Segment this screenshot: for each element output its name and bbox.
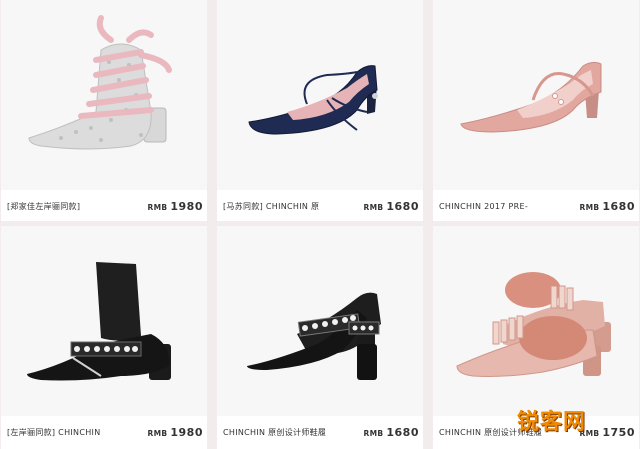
price-amount: 1680 bbox=[386, 199, 419, 213]
price-currency: RMB bbox=[579, 202, 600, 212]
product-card[interactable]: CHINCHIN 2017 PRE- RMB 1680 bbox=[433, 0, 639, 221]
product-image-black-sock-boot[interactable] bbox=[1, 226, 207, 416]
product-caption: CHINCHIN 2017 PRE- RMB 1680 bbox=[433, 196, 639, 216]
price-amount: 1680 bbox=[386, 425, 419, 439]
product-price: RMB 1980 bbox=[148, 200, 203, 213]
site-watermark: 锐客网 bbox=[517, 404, 637, 435]
product-image-glitter-boot[interactable] bbox=[1, 0, 207, 190]
price-amount: 1980 bbox=[170, 199, 203, 213]
product-image-pink-pump[interactable] bbox=[433, 0, 639, 190]
product-name[interactable]: [马苏同款] CHINCHIN 原 bbox=[223, 201, 319, 212]
product-name[interactable]: [左岸骊同款] CHINCHIN bbox=[7, 427, 100, 438]
product-price: RMB 1980 bbox=[148, 426, 203, 439]
price-amount: 1980 bbox=[170, 425, 203, 439]
price-currency: RMB bbox=[147, 202, 168, 212]
product-caption: CHINCHIN 原创设计师鞋履 RMB 1680 bbox=[217, 422, 423, 442]
product-price: RMB 1680 bbox=[580, 200, 635, 213]
product-image-navy-pump[interactable] bbox=[217, 0, 423, 190]
product-card[interactable]: [左岸骊同款] CHINCHIN RMB 1980 bbox=[1, 226, 207, 449]
product-grid: [郑家佳左岸骊同款] RMB 1980 [马苏同款] CHINCHIN 原 RM… bbox=[0, 0, 640, 449]
product-card[interactable]: [马苏同款] CHINCHIN 原 RMB 1680 bbox=[217, 0, 423, 221]
product-caption: [马苏同款] CHINCHIN 原 RMB 1680 bbox=[217, 196, 423, 216]
product-card[interactable]: CHINCHIN 原创设计师鞋履 RMB 1680 bbox=[217, 226, 423, 449]
price-amount: 1680 bbox=[602, 199, 635, 213]
product-caption: [郑家佳左岸骊同款] RMB 1980 bbox=[1, 196, 207, 216]
price-currency: RMB bbox=[147, 428, 168, 438]
product-name[interactable]: CHINCHIN 原创设计师鞋履 bbox=[223, 427, 326, 438]
product-image-fur-mule[interactable] bbox=[433, 226, 639, 416]
product-image-black-pearl-pump[interactable] bbox=[217, 226, 423, 416]
price-currency: RMB bbox=[363, 428, 384, 438]
product-price: RMB 1680 bbox=[364, 200, 419, 213]
price-currency: RMB bbox=[363, 202, 384, 212]
product-name[interactable]: CHINCHIN 2017 PRE- bbox=[439, 202, 528, 211]
watermark-text: 锐客网 bbox=[517, 410, 587, 435]
product-price: RMB 1680 bbox=[364, 426, 419, 439]
product-name[interactable]: [郑家佳左岸骊同款] bbox=[7, 201, 80, 212]
product-card[interactable]: [郑家佳左岸骊同款] RMB 1980 bbox=[1, 0, 207, 221]
product-caption: [左岸骊同款] CHINCHIN RMB 1980 bbox=[1, 422, 207, 442]
